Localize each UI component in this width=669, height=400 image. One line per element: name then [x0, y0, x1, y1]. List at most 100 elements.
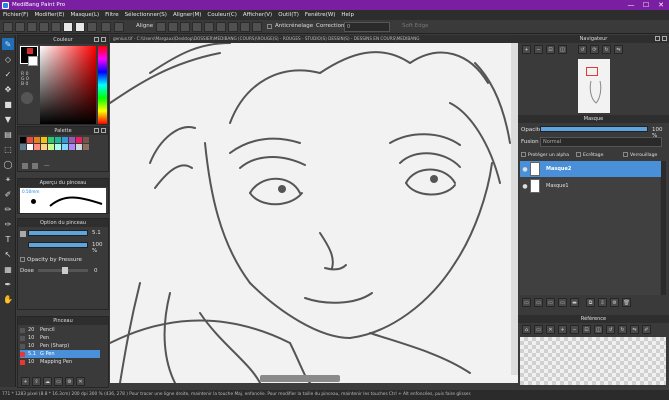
reference-zoom-in-icon[interactable]: +: [558, 325, 567, 334]
zoom-in-icon[interactable]: +: [522, 45, 531, 54]
palette-swatch[interactable]: [83, 137, 89, 143]
layer-opacity-slider[interactable]: [540, 126, 648, 132]
reference-open-icon[interactable]: ▭: [534, 325, 543, 334]
layer-visibility-icon[interactable]: ●: [520, 166, 530, 173]
palette-swatch[interactable]: [41, 137, 47, 143]
reference-home-icon[interactable]: ⌂: [522, 325, 531, 334]
palette-swatch[interactable]: [69, 137, 75, 143]
palette-add-icon[interactable]: [22, 163, 28, 169]
palette-swatch[interactable]: [76, 137, 82, 143]
magic-wand-icon[interactable]: ⚹: [2, 173, 14, 185]
menu-color[interactable]: Couleur(C): [207, 12, 236, 18]
divide-tool-icon[interactable]: ▦: [2, 263, 14, 275]
palette-swatch[interactable]: [69, 144, 75, 150]
snap-radial-icon[interactable]: [204, 22, 214, 32]
palette-swatch[interactable]: [41, 144, 47, 150]
shape-tool-icon[interactable]: ■: [2, 98, 14, 110]
panel-float-icon[interactable]: [655, 36, 660, 41]
snap-settings-icon[interactable]: [240, 22, 250, 32]
layer-row-masque2[interactable]: ● Masque2: [520, 161, 666, 177]
hue-slider[interactable]: [98, 46, 107, 124]
opacity-slider[interactable]: [28, 242, 88, 248]
reference-flip-icon[interactable]: ⇋: [630, 325, 639, 334]
menu-help[interactable]: Help: [341, 12, 354, 18]
menu-view[interactable]: Afficher(V): [243, 12, 272, 18]
gradient-tool-icon[interactable]: ▤: [2, 128, 14, 140]
brush-export-icon[interactable]: ⇪: [32, 377, 41, 386]
menu-select[interactable]: Sélectionner(S): [125, 12, 167, 18]
canvas-tab[interactable]: genius.tif - C:\Users\Margaux\Desktop\DO…: [110, 35, 518, 43]
brush-item[interactable]: 20 Pencil: [20, 326, 100, 334]
palette-swatch[interactable]: [76, 144, 82, 150]
brush-folder-icon[interactable]: ▭: [54, 377, 63, 386]
new-8bit-layer-icon[interactable]: ▭: [546, 298, 555, 307]
save-icon[interactable]: [27, 22, 37, 32]
rotate-reset-icon[interactable]: ⟳: [590, 45, 599, 54]
dot-tool-icon[interactable]: ✓: [2, 68, 14, 80]
protect-alpha-checkbox[interactable]: [521, 152, 526, 157]
maximize-button[interactable]: ☐: [639, 0, 653, 10]
dose-slider-thumb[interactable]: [62, 267, 68, 274]
brush-item[interactable]: 10 Pen: [20, 334, 100, 342]
hand-icon[interactable]: [87, 22, 97, 32]
layer-settings-icon[interactable]: ⚙: [610, 298, 619, 307]
snap-cross-icon[interactable]: [180, 22, 190, 32]
text-tool-icon[interactable]: T: [2, 233, 14, 245]
open-file-icon[interactable]: [15, 22, 25, 32]
saturation-value-picker[interactable]: [40, 46, 96, 124]
rotate-right-icon[interactable]: ↻: [602, 45, 611, 54]
hand-tool-icon[interactable]: ✋: [2, 293, 14, 305]
merge-layer-icon[interactable]: ⇩: [598, 298, 607, 307]
menu-snap[interactable]: Aligner(M): [173, 12, 201, 18]
grid-icon[interactable]: [51, 22, 61, 32]
palette-delete-icon[interactable]: [32, 163, 38, 169]
zoom-fit-icon[interactable]: ⊡: [546, 45, 555, 54]
panel-close-icon[interactable]: [662, 36, 667, 41]
snap-parallel-icon[interactable]: [168, 22, 178, 32]
background-color[interactable]: [28, 56, 38, 66]
new-halftone-layer-icon[interactable]: ▭: [534, 298, 543, 307]
menu-file[interactable]: Fichier(F): [3, 12, 28, 18]
correction-select[interactable]: 0: [344, 22, 390, 32]
brush-add-icon[interactable]: +: [21, 377, 30, 386]
brush-item[interactable]: 10 Pen (Sharp): [20, 342, 100, 350]
palette-swatch[interactable]: [20, 137, 26, 143]
close-button[interactable]: ✕: [654, 0, 668, 10]
palette-swatch[interactable]: [48, 144, 54, 150]
new-layer-icon[interactable]: ▭: [522, 298, 531, 307]
delete-layer-icon[interactable]: 🗑: [622, 298, 631, 307]
operation-tool-icon[interactable]: ↖: [2, 248, 14, 260]
color-wheel-icon[interactable]: [21, 92, 33, 104]
brush-settings-icon[interactable]: ⚙: [65, 377, 74, 386]
palette-swatch[interactable]: [34, 144, 40, 150]
rotate-left-icon[interactable]: ↺: [578, 45, 587, 54]
palette-swatch[interactable]: [34, 137, 40, 143]
drawing-canvas[interactable]: [110, 43, 518, 383]
snap-curve-icon[interactable]: [228, 22, 238, 32]
snap-vanish-icon[interactable]: [192, 22, 202, 32]
layer-visibility-icon[interactable]: ●: [520, 183, 530, 190]
undo-icon[interactable]: [101, 22, 111, 32]
cloud-icon[interactable]: [39, 22, 49, 32]
brush-cloud-icon[interactable]: ☁: [43, 377, 52, 386]
redo-icon[interactable]: [114, 22, 124, 32]
snap-off-icon[interactable]: [156, 22, 166, 32]
brush-item[interactable]: 10 Mapping Pen: [20, 358, 100, 366]
reference-rotate-left-icon[interactable]: ↺: [606, 325, 615, 334]
layer-row-masque1[interactable]: ● Masque1: [520, 178, 666, 194]
reference-zoom-out-icon[interactable]: −: [570, 325, 579, 334]
menu-layer[interactable]: Masque(L): [70, 12, 99, 18]
navigator-viewport[interactable]: [586, 67, 598, 76]
panel-float-icon[interactable]: [94, 128, 99, 133]
zoom-actual-icon[interactable]: ◫: [558, 45, 567, 54]
layout-icon[interactable]: [63, 22, 73, 32]
pen-tool-icon[interactable]: ✒: [2, 278, 14, 290]
blend-mode-select[interactable]: Normal: [540, 137, 662, 147]
brush-item[interactable]: 5.1 G Pen: [20, 350, 100, 358]
eyedropper-icon[interactable]: ✐: [2, 188, 14, 200]
brush-size-value[interactable]: 5.1: [92, 230, 101, 236]
antialias-checkbox[interactable]: [267, 24, 272, 29]
panel-close-icon[interactable]: [101, 128, 106, 133]
navigator-thumbnail[interactable]: [578, 59, 610, 113]
canvas-horizontal-scrollbar[interactable]: [260, 375, 340, 382]
